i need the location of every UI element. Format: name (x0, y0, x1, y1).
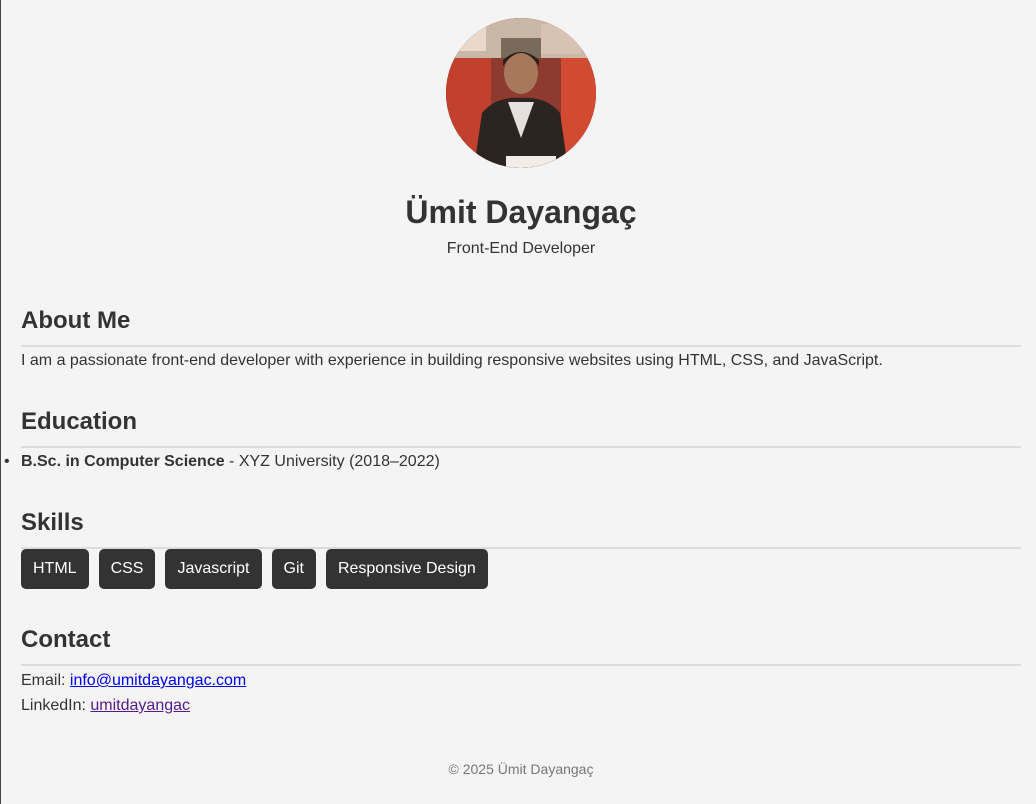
linkedin-link[interactable]: umitdayangac (90, 697, 190, 714)
contact-linkedin-line: LinkedIn: umitdayangac (21, 693, 1021, 718)
resume-page: Ümit Dayangaç Front-End Developer About … (4, 0, 1021, 777)
bullet-icon: • (4, 453, 10, 470)
skills-section: Skills HTML CSS Javascript Git Responsiv… (21, 509, 1021, 589)
skills-tags: HTML CSS Javascript Git Responsive Desig… (21, 549, 1021, 589)
footer-copyright: © 2025 Ümit Dayangaç (448, 761, 594, 777)
about-text: I am a passionate front-end developer wi… (21, 352, 883, 369)
education-degree: B.Sc. in Computer Science (21, 453, 225, 470)
window-left-border (0, 0, 1, 804)
page-footer: © 2025 Ümit Dayangaç (21, 759, 1021, 779)
profile-role: Front-End Developer (446, 240, 596, 257)
about-section: About Me I am a passionate front-end dev… (21, 307, 1021, 372)
profile-header: Ümit Dayangaç Front-End Developer (21, 0, 1021, 259)
skill-tag-javascript[interactable]: Javascript (165, 549, 262, 589)
linkedin-label: LinkedIn: (21, 697, 91, 714)
skill-tag-git[interactable]: Git (271, 549, 316, 589)
profile-name: Ümit Dayangaç (405, 194, 637, 230)
education-item: • B.Sc. in Computer Science - XYZ Univer… (4, 451, 1021, 473)
about-heading: About Me (21, 307, 1021, 347)
email-label: Email: (21, 672, 70, 689)
education-heading: Education (21, 408, 1021, 448)
skills-heading: Skills (21, 509, 1021, 549)
profile-avatar (446, 18, 596, 168)
education-detail: - XYZ University (2018–2022) (224, 453, 440, 470)
skill-tag-responsive-design[interactable]: Responsive Design (325, 549, 488, 589)
skill-tag-css[interactable]: CSS (98, 549, 156, 589)
email-link[interactable]: info@umitdayangac.com (70, 672, 246, 689)
education-list: • B.Sc. in Computer Science - XYZ Univer… (4, 451, 1021, 473)
contact-section: Contact Email: info@umitdayangac.com Lin… (21, 626, 1021, 718)
skill-tag-html[interactable]: HTML (21, 549, 89, 589)
contact-heading: Contact (21, 626, 1021, 666)
education-section: Education • B.Sc. in Computer Science - … (4, 408, 1021, 473)
contact-email-line: Email: info@umitdayangac.com (21, 668, 1021, 693)
profile-photo (446, 18, 596, 168)
